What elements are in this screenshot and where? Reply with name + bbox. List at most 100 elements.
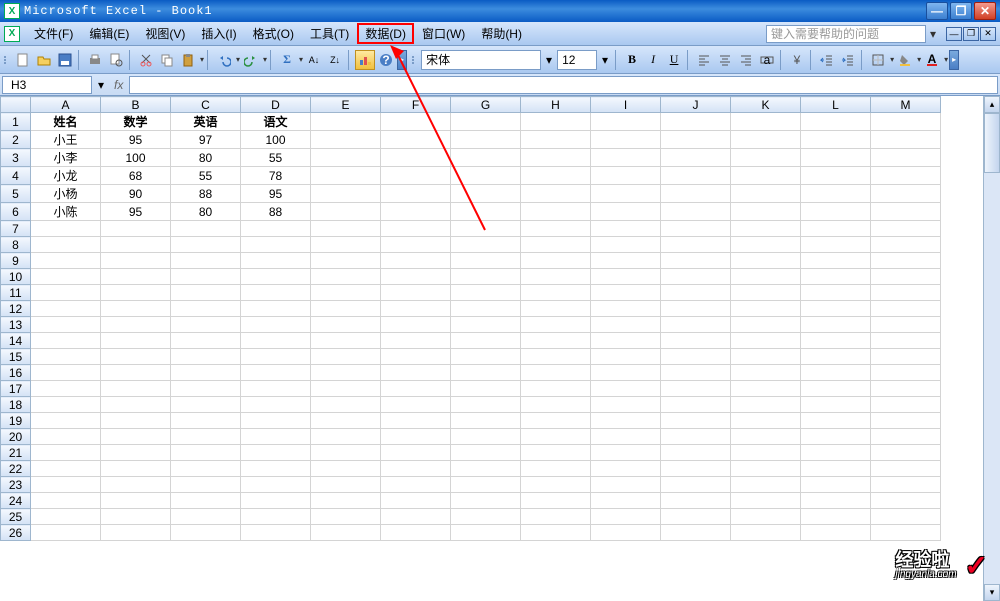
cell[interactable]	[31, 381, 101, 397]
paste-button[interactable]	[178, 50, 198, 70]
cell[interactable]	[241, 445, 311, 461]
cell[interactable]: 小陈	[31, 203, 101, 221]
cell[interactable]	[311, 269, 381, 285]
cell[interactable]	[731, 131, 801, 149]
cell[interactable]	[661, 221, 731, 237]
cell[interactable]	[311, 185, 381, 203]
font-color-dropdown-icon[interactable]: ▾	[944, 55, 948, 64]
cell[interactable]	[451, 445, 521, 461]
cell[interactable]	[591, 381, 661, 397]
spreadsheet-grid[interactable]: ABCDEFGHIJKLM1姓名数学英语语文2小王95971003小李10080…	[0, 96, 941, 541]
undo-dropdown-icon[interactable]: ▾	[236, 55, 240, 64]
cell[interactable]	[241, 477, 311, 493]
cell[interactable]	[381, 113, 451, 131]
cell[interactable]	[101, 477, 171, 493]
cell[interactable]	[101, 493, 171, 509]
cell[interactable]	[731, 113, 801, 131]
column-header-J[interactable]: J	[661, 97, 731, 113]
cell[interactable]	[101, 525, 171, 541]
fx-icon[interactable]: fx	[108, 78, 129, 92]
cell[interactable]	[241, 269, 311, 285]
cell[interactable]	[171, 493, 241, 509]
print-button[interactable]	[85, 50, 105, 70]
cell[interactable]	[451, 461, 521, 477]
column-header-K[interactable]: K	[731, 97, 801, 113]
cell[interactable]	[591, 509, 661, 525]
cell[interactable]	[101, 413, 171, 429]
row-header[interactable]: 2	[1, 131, 31, 149]
row-header[interactable]: 25	[1, 509, 31, 525]
cell[interactable]	[521, 413, 591, 429]
cell[interactable]	[311, 167, 381, 185]
cell[interactable]	[241, 285, 311, 301]
cell[interactable]	[871, 509, 941, 525]
column-header-H[interactable]: H	[521, 97, 591, 113]
cell[interactable]	[241, 221, 311, 237]
cell[interactable]	[521, 301, 591, 317]
cell[interactable]	[661, 349, 731, 365]
cell[interactable]	[871, 525, 941, 541]
cell[interactable]	[871, 131, 941, 149]
cell[interactable]	[451, 349, 521, 365]
save-button[interactable]	[55, 50, 75, 70]
cell[interactable]	[451, 203, 521, 221]
cell[interactable]	[801, 167, 871, 185]
row-header[interactable]: 8	[1, 237, 31, 253]
cell[interactable]	[521, 381, 591, 397]
cell[interactable]	[661, 131, 731, 149]
cell[interactable]	[451, 333, 521, 349]
cell[interactable]: 90	[101, 185, 171, 203]
cell[interactable]	[381, 461, 451, 477]
cell[interactable]	[591, 445, 661, 461]
row-header[interactable]: 13	[1, 317, 31, 333]
cell[interactable]	[871, 381, 941, 397]
cell[interactable]: 小杨	[31, 185, 101, 203]
cell[interactable]	[731, 381, 801, 397]
cell[interactable]	[241, 237, 311, 253]
cell[interactable]	[661, 461, 731, 477]
name-box[interactable]: H3	[2, 76, 92, 94]
borders-dropdown-icon[interactable]: ▾	[890, 55, 894, 64]
cell[interactable]: 88	[241, 203, 311, 221]
increase-indent-button[interactable]	[838, 50, 858, 70]
cell[interactable]	[311, 221, 381, 237]
cell[interactable]	[871, 445, 941, 461]
cell[interactable]	[871, 461, 941, 477]
font-name-select[interactable]: 宋体	[421, 50, 541, 70]
cell[interactable]	[171, 333, 241, 349]
cell[interactable]	[451, 477, 521, 493]
cell[interactable]	[381, 477, 451, 493]
column-header-A[interactable]: A	[31, 97, 101, 113]
cell[interactable]	[801, 253, 871, 269]
cell[interactable]: 80	[171, 203, 241, 221]
cell[interactable]	[381, 509, 451, 525]
cell[interactable]	[311, 429, 381, 445]
cell[interactable]	[801, 477, 871, 493]
cell[interactable]	[171, 429, 241, 445]
format-toolbar-overflow-icon[interactable]: ▸	[949, 50, 959, 70]
cell[interactable]	[381, 269, 451, 285]
cell[interactable]	[731, 429, 801, 445]
cell[interactable]	[521, 185, 591, 203]
cell[interactable]	[241, 317, 311, 333]
cell[interactable]	[311, 285, 381, 301]
cell[interactable]	[451, 493, 521, 509]
cell[interactable]	[731, 203, 801, 221]
doc-close-button[interactable]: ✕	[980, 27, 996, 41]
cell[interactable]	[241, 349, 311, 365]
cell[interactable]	[101, 301, 171, 317]
cell[interactable]	[451, 429, 521, 445]
cell[interactable]	[171, 285, 241, 301]
cell[interactable]	[521, 221, 591, 237]
doc-minimize-button[interactable]: —	[946, 27, 962, 41]
cell[interactable]	[661, 509, 731, 525]
cell[interactable]: 78	[241, 167, 311, 185]
cell[interactable]	[171, 269, 241, 285]
cell[interactable]	[871, 185, 941, 203]
cell[interactable]	[661, 167, 731, 185]
cell[interactable]	[661, 381, 731, 397]
cell[interactable]	[241, 397, 311, 413]
column-header-M[interactable]: M	[871, 97, 941, 113]
cell[interactable]	[661, 253, 731, 269]
cell[interactable]	[591, 253, 661, 269]
